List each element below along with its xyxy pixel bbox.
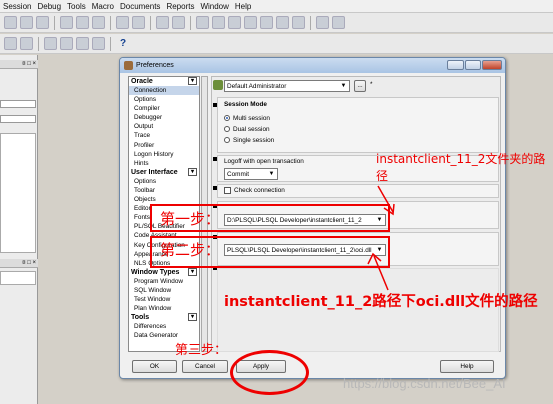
annotation-arrows: [367, 185, 395, 291]
arrow-to-oci-library: [367, 252, 389, 291]
arrow-to-oracle-home: [377, 185, 395, 216]
watermark: https://blog.csdn.net/Bee_AI: [343, 376, 506, 391]
